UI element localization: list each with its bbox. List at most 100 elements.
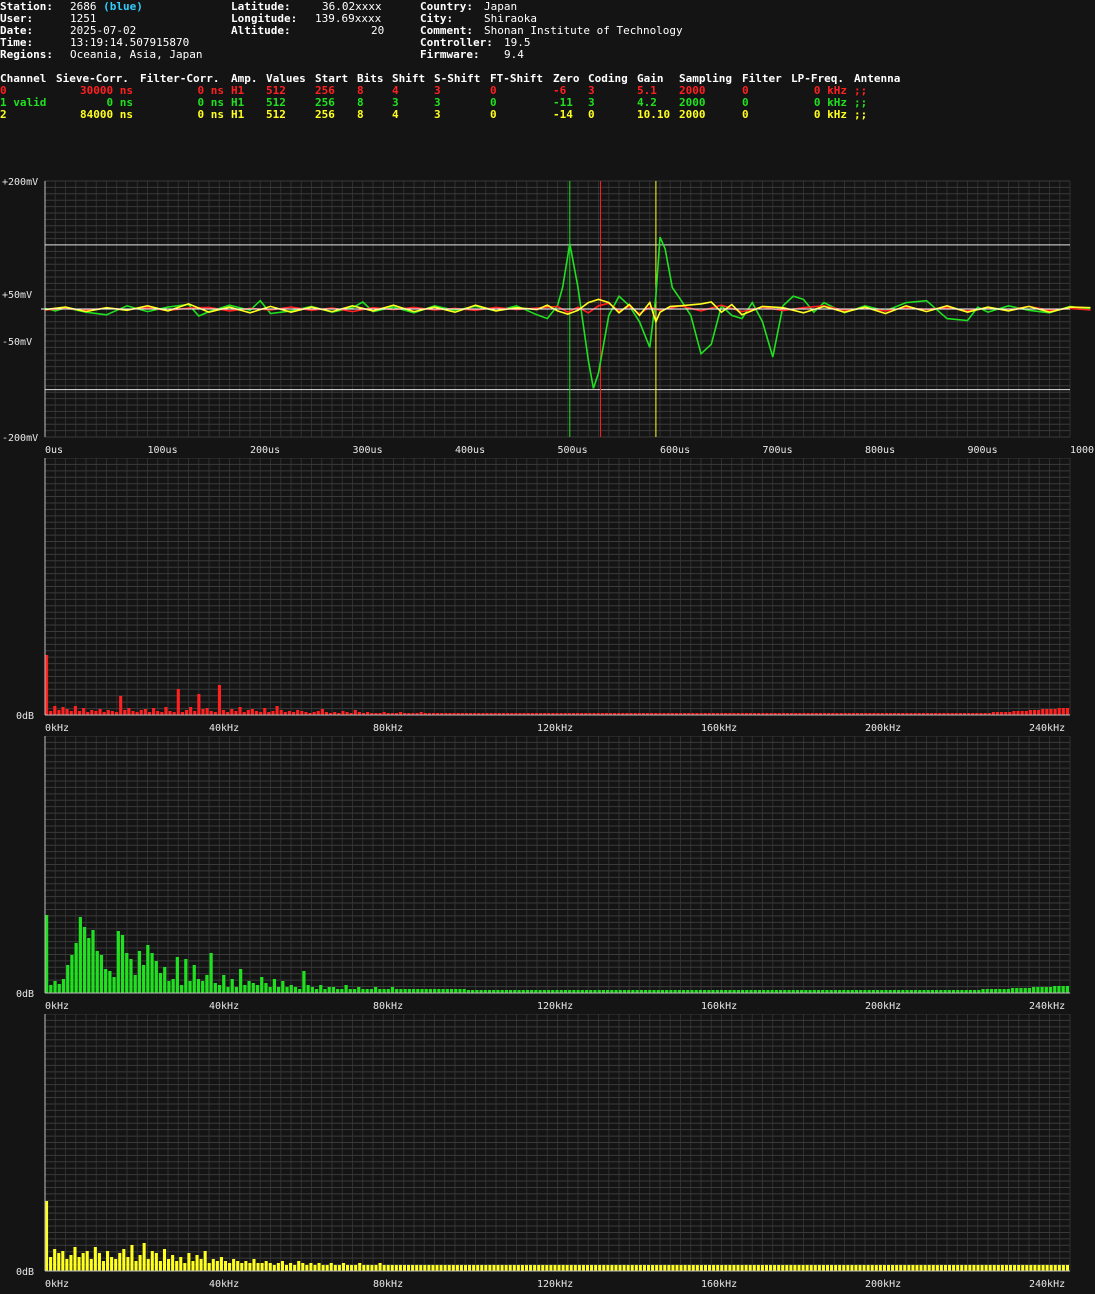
spectrum-bar xyxy=(870,1265,874,1271)
spectrum-bar xyxy=(838,1265,842,1271)
spectrum-bar xyxy=(146,945,150,993)
spectrum-bar xyxy=(891,1265,895,1271)
spectrum-bar xyxy=(188,981,192,993)
spectrum-bar xyxy=(699,1265,703,1271)
spectrum-bar xyxy=(167,1259,171,1271)
spectrum-bar xyxy=(382,989,386,993)
spectrum-bar xyxy=(1053,986,1057,993)
spectrum-bar xyxy=(104,969,108,993)
spectrum-bar xyxy=(943,1265,947,1271)
spectrum-bar xyxy=(158,1261,162,1271)
spectrum-bar xyxy=(289,985,293,993)
spectrum-bar xyxy=(201,709,205,715)
spectrum-bar xyxy=(69,1255,73,1271)
spectrum-bar xyxy=(316,711,320,715)
x-tick-label: 80kHz xyxy=(373,723,403,734)
y-tick-label: -50mV xyxy=(2,337,32,348)
spectrum-bar xyxy=(93,1247,97,1271)
spectrum-bar xyxy=(659,1265,663,1271)
spectrum-bar xyxy=(192,965,196,993)
spectrum-bar xyxy=(496,1265,500,1271)
spectrum-bar xyxy=(154,1253,158,1271)
spectrum-bar xyxy=(127,708,131,715)
spectrum-bar xyxy=(95,951,99,993)
spectrum-bar xyxy=(614,1265,618,1271)
regions-value: Oceania, Asia, Japan xyxy=(70,48,203,61)
spectrum-bar xyxy=(184,710,189,715)
spectrum-bar xyxy=(433,989,437,993)
spectrum-bar xyxy=(222,975,226,993)
spectrum-bar xyxy=(602,1265,606,1271)
spectrum-bar xyxy=(797,1265,801,1271)
spectrum-bar xyxy=(268,987,272,993)
spectrum-bar xyxy=(541,1265,545,1271)
spectrum-bar xyxy=(736,1265,740,1271)
spectrum-bar xyxy=(981,989,985,993)
spectrum-bar xyxy=(243,985,247,993)
spectrum-bar xyxy=(234,987,239,993)
spectrum-bar xyxy=(223,1261,228,1271)
spectrum-bar xyxy=(642,1265,646,1271)
spectrum-bar xyxy=(254,711,259,715)
spectrum-bar xyxy=(1053,709,1057,715)
spectrum-bar xyxy=(49,1257,53,1271)
spectrum-bar xyxy=(358,1263,362,1271)
spectrum-bar xyxy=(1028,710,1032,715)
spectrum-bar xyxy=(139,710,143,715)
spectrum-bar xyxy=(1033,1265,1037,1271)
spectrum-bar xyxy=(226,987,230,993)
spectrum-bar xyxy=(195,1255,199,1271)
spectrum-bar xyxy=(101,1261,106,1271)
spectrum-bar xyxy=(300,711,304,715)
spectrum-bar xyxy=(361,989,365,993)
spectrum-bar xyxy=(91,930,95,993)
spectrum-bar xyxy=(213,983,217,993)
spectrum-bar xyxy=(911,1265,915,1271)
spectrum-bar xyxy=(756,1265,760,1271)
spectrum-bar xyxy=(175,1261,179,1271)
spectrum-bar xyxy=(492,1265,496,1271)
channel-cell: 0 xyxy=(490,108,497,121)
spectrum-bar xyxy=(133,975,137,993)
spectrum-bar xyxy=(1025,1265,1029,1271)
channel-cell: 4 xyxy=(392,108,399,121)
spectrum-bar xyxy=(240,1263,244,1271)
spectrum-bar xyxy=(476,1265,480,1271)
spectrum-bar xyxy=(374,987,378,993)
spectrum-bar xyxy=(1029,1265,1033,1271)
spectrum-bar xyxy=(310,987,314,993)
spectrum-bar xyxy=(1004,1265,1008,1271)
spectrum-bar xyxy=(468,1265,472,1271)
spectrum-bar xyxy=(1040,987,1044,993)
spectrum-bar xyxy=(398,1265,402,1271)
spectrum-bar xyxy=(598,1265,602,1271)
spectrum-bar xyxy=(618,1265,622,1271)
y-tick-label: +200mV xyxy=(2,177,38,188)
spectrum-bar xyxy=(126,1257,130,1271)
spectrum-bar xyxy=(402,1265,407,1271)
spectrum-bar xyxy=(89,1259,93,1271)
spectrum-bar xyxy=(1024,711,1028,715)
spectrum-bar xyxy=(740,1265,744,1271)
spectrum-bar xyxy=(341,1263,345,1271)
spectrum-bar xyxy=(813,1265,817,1271)
spectrum-bar xyxy=(805,1265,809,1271)
spectrum-bar xyxy=(549,1265,553,1271)
spectrum-bar xyxy=(215,1261,219,1271)
spectrum-bar xyxy=(703,1265,707,1271)
spectrum-bar xyxy=(272,1265,276,1271)
spectrum-bar xyxy=(407,989,411,993)
spectrum-bar xyxy=(280,1261,284,1271)
waveform-chart: +200mV +50mV -50mV -200mV 0us 100us 200us 300us… xyxy=(2,177,1095,455)
spectrum-bar xyxy=(854,1265,858,1271)
x-tick-label: 40kHz xyxy=(209,723,239,734)
spectrum-bar xyxy=(399,989,403,993)
spectrum-bar xyxy=(878,1265,882,1271)
spectrum-bar xyxy=(1006,989,1010,993)
x-tick-label: 240kHz xyxy=(1029,1279,1065,1290)
spectrum-bar xyxy=(716,1265,720,1271)
spectrum-bar xyxy=(378,989,382,993)
spectrum-bar xyxy=(116,931,120,993)
spectrum-bar xyxy=(939,1265,943,1271)
spectrum-bar xyxy=(512,1265,516,1271)
